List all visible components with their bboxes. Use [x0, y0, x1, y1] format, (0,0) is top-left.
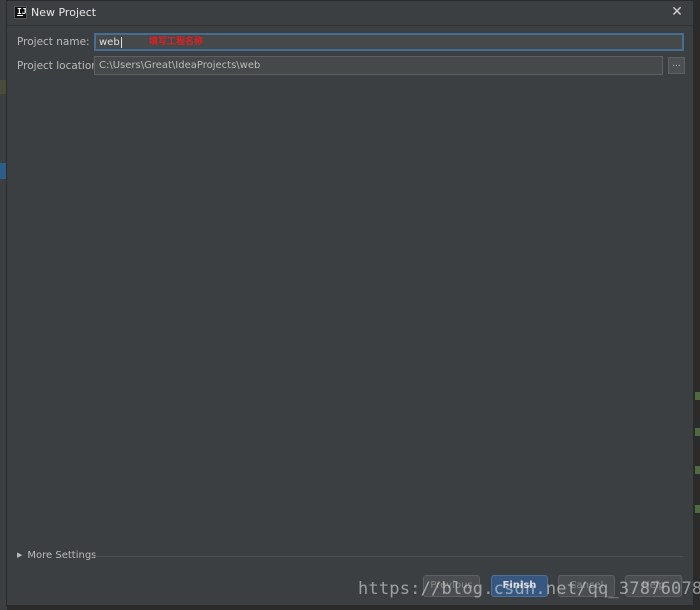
- project-location-value: C:\Users\Great\IdeaProjects\web: [99, 60, 261, 71]
- help-button[interactable]: Help: [625, 575, 682, 597]
- background-ide-right: [694, 0, 700, 610]
- project-name-annotation: 填写工程名称: [149, 37, 204, 47]
- cancel-button[interactable]: Cancel: [558, 575, 615, 597]
- triangle-right-icon: ▶: [17, 551, 23, 559]
- text-caret: [120, 36, 122, 48]
- more-settings-toggle[interactable]: ▶ More Settings: [17, 550, 96, 561]
- project-location-label: Project location:: [17, 60, 102, 72]
- more-settings-separator: [95, 556, 683, 557]
- project-location-input[interactable]: C:\Users\Great\IdeaProjects\web: [94, 56, 663, 75]
- background-mark: [695, 466, 700, 474]
- browse-button[interactable]: ...: [668, 57, 685, 74]
- previous-button[interactable]: Previous: [423, 575, 480, 597]
- intellij-icon: IJ: [14, 6, 27, 19]
- title-bar: IJ New Project ✕: [7, 1, 693, 26]
- background-mark: [695, 428, 700, 436]
- dialog-title: New Project: [31, 6, 97, 19]
- project-name-label: Project name:: [17, 36, 90, 48]
- finish-button[interactable]: Finish: [491, 575, 548, 597]
- new-project-dialog: IJ New Project ✕ Project name: web 填写工程名…: [6, 0, 694, 606]
- project-name-value: web: [99, 37, 120, 48]
- background-mark: [695, 505, 700, 513]
- close-icon[interactable]: ✕: [669, 4, 685, 20]
- background-mark: [695, 392, 700, 400]
- more-settings-label: More Settings: [27, 550, 97, 561]
